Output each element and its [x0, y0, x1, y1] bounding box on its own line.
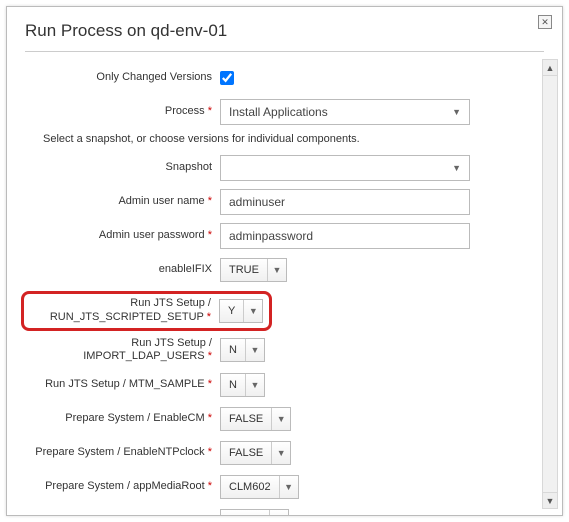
row-app-media: Prepare System / appMediaRoot * CLM602 ▼ — [25, 474, 544, 500]
label-snapshot: Snapshot — [25, 161, 220, 175]
chevron-down-icon: ▼ — [277, 414, 286, 424]
info-text: Select a snapshot, or choose versions fo… — [25, 133, 544, 145]
chevron-down-icon: ▼ — [277, 448, 286, 458]
enable-cm-select[interactable]: FALSE ▼ — [220, 407, 291, 431]
row-enable-ntp: Prepare System / EnableNTPclock * FALSE … — [25, 440, 544, 466]
dialog-title: Run Process on qd-env-01 — [25, 21, 544, 41]
label-admin-pass: Admin user password * — [25, 229, 220, 243]
row-enable-cm: Prepare System / EnableCM * FALSE ▼ — [25, 406, 544, 432]
row-admin-pass: Admin user password * adminpassword — [25, 223, 544, 249]
admin-pass-input[interactable]: adminpassword — [220, 223, 470, 249]
only-changed-checkbox[interactable] — [220, 71, 234, 85]
enable-ifix-select[interactable]: TRUE ▼ — [220, 258, 287, 282]
label-app-media: Prepare System / appMediaRoot * — [25, 480, 220, 494]
row-run-jts-scripted: Run JTS Setup / RUN_JTS_SCRIPTED_SETUP *… — [25, 291, 544, 331]
close-icon[interactable]: ✕ — [538, 15, 552, 29]
divider — [25, 51, 544, 52]
chevron-down-icon: ▼ — [452, 163, 461, 173]
label-run-jts-scripted: Run JTS Setup / RUN_JTS_SCRIPTED_SETUP * — [24, 297, 219, 325]
highlight-box: Run JTS Setup / RUN_JTS_SCRIPTED_SETUP *… — [21, 291, 272, 331]
label-enable-ifix: enableIFIX — [25, 263, 220, 277]
form-scroll-region[interactable]: Only Changed Versions Process * Install … — [7, 57, 562, 515]
process-value: Install Applications — [229, 105, 328, 119]
label-ifix-version: Prepare System / iFixVersion — [25, 514, 220, 516]
row-snapshot: Snapshot ▼ — [25, 155, 544, 181]
dialog-header: Run Process on qd-env-01 ✕ — [7, 7, 562, 51]
label-only-changed: Only Changed Versions — [25, 71, 220, 85]
chevron-down-icon: ▼ — [284, 482, 293, 492]
scroll-down-arrow-icon[interactable]: ▼ — [543, 492, 557, 508]
mtm-sample-select[interactable]: N ▼ — [220, 373, 265, 397]
scroll-up-arrow-icon[interactable]: ▲ — [543, 60, 557, 76]
chevron-down-icon: ▼ — [452, 107, 461, 117]
admin-user-input[interactable]: adminuser — [220, 189, 470, 215]
row-import-ldap: Run JTS Setup / IMPORT_LDAP_USERS * N ▼ — [25, 337, 544, 365]
chevron-down-icon: ▼ — [250, 345, 259, 355]
row-admin-user: Admin user name * adminuser — [25, 189, 544, 215]
row-mtm-sample: Run JTS Setup / MTM_SAMPLE * N ▼ — [25, 372, 544, 398]
process-select[interactable]: Install Applications ▼ — [220, 99, 470, 125]
label-enable-ntp: Prepare System / EnableNTPclock * — [25, 446, 220, 460]
chevron-down-icon: ▼ — [272, 265, 281, 275]
label-enable-cm: Prepare System / EnableCM * — [25, 412, 220, 426]
run-jts-scripted-select[interactable]: Y ▼ — [219, 299, 263, 323]
row-ifix-version: Prepare System / iFixVersion NONE ▼ — [25, 508, 544, 516]
snapshot-select[interactable]: ▼ — [220, 155, 470, 181]
row-only-changed: Only Changed Versions — [25, 65, 544, 91]
label-admin-user: Admin user name * — [25, 195, 220, 209]
import-ldap-select[interactable]: N ▼ — [220, 338, 265, 362]
row-enable-ifix: enableIFIX TRUE ▼ — [25, 257, 544, 283]
label-process: Process * — [25, 105, 220, 119]
ifix-version-select[interactable]: NONE ▼ — [220, 509, 289, 516]
label-import-ldap: Run JTS Setup / IMPORT_LDAP_USERS * — [25, 337, 220, 365]
app-media-select[interactable]: CLM602 ▼ — [220, 475, 299, 499]
chevron-down-icon: ▼ — [249, 306, 258, 316]
enable-ntp-select[interactable]: FALSE ▼ — [220, 441, 291, 465]
label-mtm-sample: Run JTS Setup / MTM_SAMPLE * — [25, 378, 220, 392]
run-process-dialog: Run Process on qd-env-01 ✕ Only Changed … — [6, 6, 563, 516]
vertical-scrollbar[interactable]: ▲ ▼ — [542, 59, 558, 509]
row-process: Process * Install Applications ▼ — [25, 99, 544, 125]
chevron-down-icon: ▼ — [250, 380, 259, 390]
